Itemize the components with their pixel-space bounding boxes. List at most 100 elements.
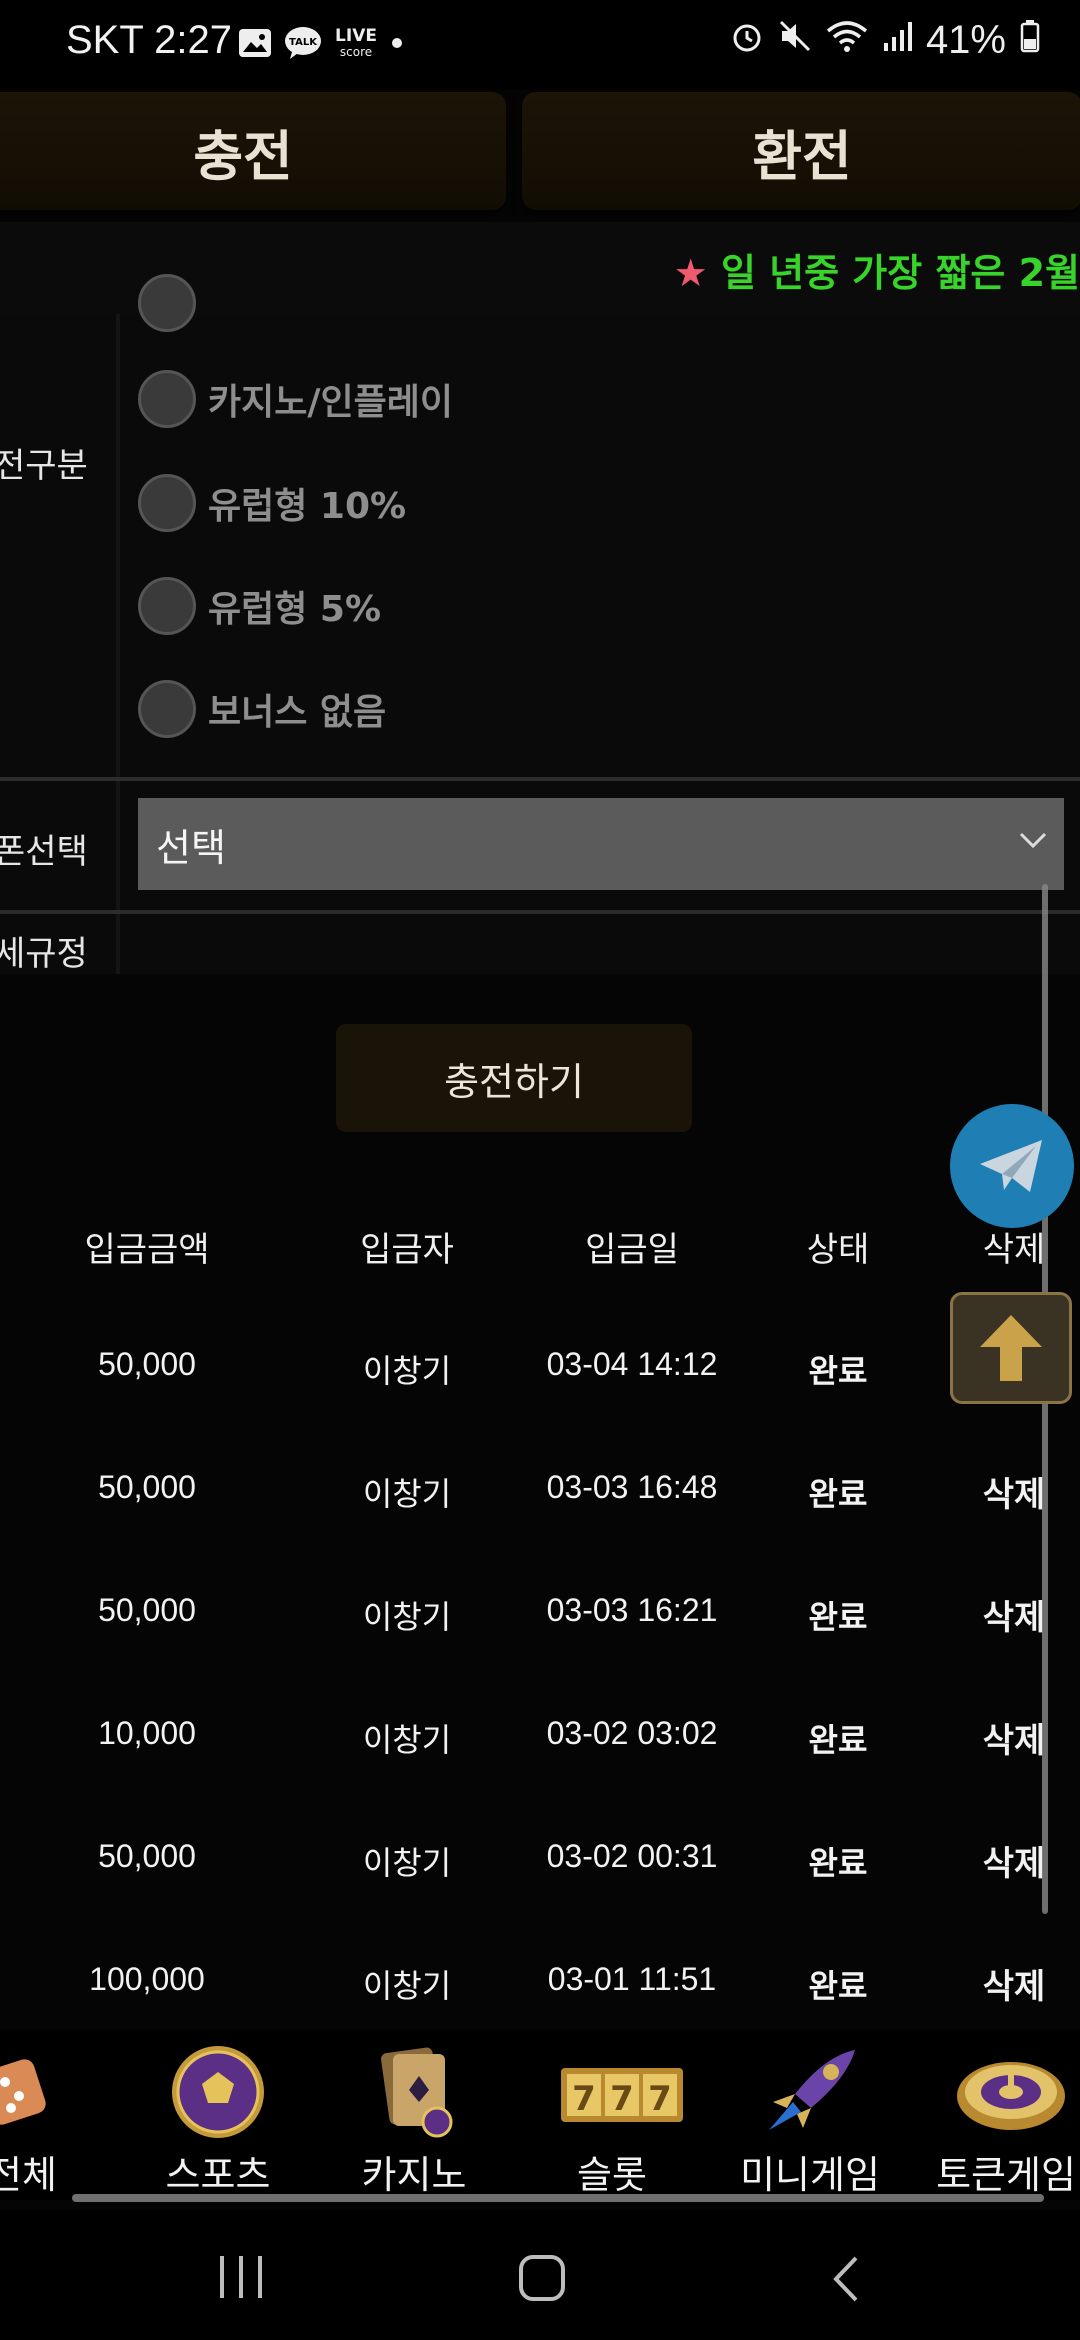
cell-amount: 50,000	[98, 1838, 196, 1874]
cards-icon	[359, 2042, 469, 2142]
tab-charge[interactable]: 충전	[0, 92, 506, 210]
talk-icon: TALK	[284, 26, 322, 60]
radio-label: 보너스 없음	[208, 692, 387, 733]
charge-submit-button[interactable]: 충전하기	[336, 1024, 692, 1132]
form-divider	[116, 314, 120, 974]
cell-depositor: 이창기	[362, 1845, 452, 1881]
chevron-down-icon	[1018, 820, 1048, 869]
category-minigame[interactable]: 미니게임	[730, 2030, 890, 2199]
charge-form: 전구분 카지노/인플레이 유럽형 10% 유럽형 5% 보너스 없음 폰선택 선…	[0, 274, 1080, 974]
home-button[interactable]	[518, 2254, 566, 2306]
arrow-up-icon	[980, 1315, 1042, 1381]
category-sports[interactable]: 스포츠	[138, 2030, 298, 2199]
recent-apps-button[interactable]	[216, 2254, 266, 2304]
cell-amount: 50,000	[98, 1346, 196, 1382]
radio-button[interactable]	[138, 474, 196, 532]
radio-button[interactable]	[138, 680, 196, 738]
radio-button[interactable]	[138, 577, 196, 635]
category-nav-scrollbar[interactable]	[72, 2194, 1044, 2202]
cell-status: 완료	[808, 1722, 868, 1758]
column-header-amount: 입금금액	[84, 1230, 210, 1270]
cell-status: 완료	[808, 1476, 868, 1512]
cell-status: 완료	[808, 1968, 868, 2004]
telegram-icon	[980, 1140, 1042, 1192]
cell-amount: 100,000	[89, 1961, 205, 1997]
column-header-date: 입금일	[585, 1230, 679, 1270]
dice-icon	[0, 2042, 77, 2142]
delete-button[interactable]: 삭제	[983, 1959, 1046, 2008]
radio-option-hidden[interactable]	[138, 274, 196, 332]
recent-apps-icon	[220, 2256, 262, 2298]
cell-date: 03-01 11:51	[547, 1961, 717, 1997]
wifi-icon	[826, 18, 868, 63]
home-icon	[519, 2255, 565, 2301]
cell-status: 완료	[808, 1599, 868, 1635]
svg-text:score: score	[340, 45, 372, 59]
cell-status: 완료	[808, 1845, 868, 1881]
cell-date: 03-03 16:21	[546, 1592, 718, 1628]
telegram-button[interactable]	[950, 1104, 1074, 1228]
radio-option-euro-10[interactable]: 유럽형 10%	[138, 474, 406, 532]
rocket-icon	[755, 2042, 865, 2142]
back-button[interactable]	[828, 2254, 864, 2308]
cell-depositor: 이창기	[362, 1476, 452, 1512]
rules-label: 세규정	[0, 934, 88, 974]
category-label: 전체	[0, 2153, 57, 2197]
star-icon: ★	[673, 251, 708, 295]
coupon-select-label: 폰선택	[0, 832, 88, 872]
category-label: 스포츠	[165, 2153, 271, 2197]
category-all[interactable]: 전체	[0, 2030, 102, 2199]
battery-percent: 41%	[925, 18, 1006, 62]
radio-label: 유럽형 5%	[208, 589, 382, 630]
delete-button[interactable]: 삭제	[983, 1836, 1046, 1885]
cell-amount: 10,000	[98, 1715, 196, 1751]
svg-text:LIVE: LIVE	[335, 26, 377, 46]
delete-button[interactable]: 삭제	[983, 1713, 1046, 1762]
radio-option-no-bonus[interactable]: 보너스 없음	[138, 680, 386, 738]
notice-ticker: ★ 일 년중 가장 짧은 2월	[674, 242, 1080, 297]
coupon-select[interactable]: 선택	[138, 798, 1064, 890]
status-bar: SKT 2:27 TALK LIVE score 41%	[0, 0, 1080, 90]
radio-label: 카지노/인플레이	[208, 382, 453, 423]
tab-exchange[interactable]: 환전	[522, 92, 1080, 210]
category-slots[interactable]: 777 슬롯	[532, 2030, 692, 2199]
back-icon	[833, 2256, 858, 2302]
deposit-type-label: 전구분	[0, 446, 88, 486]
svg-text:TALK: TALK	[289, 37, 318, 48]
coupon-select-value: 선택	[156, 825, 226, 870]
battery-icon	[1020, 18, 1040, 63]
radio-button[interactable]	[138, 370, 196, 428]
cell-amount: 50,000	[98, 1592, 196, 1628]
svg-text:7: 7	[610, 2079, 634, 2119]
column-header-delete: 삭제	[982, 1230, 1046, 1270]
cell-amount: 50,000	[98, 1469, 196, 1505]
radio-label: 유럽형 10%	[208, 486, 407, 527]
scroll-to-top-button[interactable]	[950, 1292, 1072, 1404]
livescore-icon: LIVE score	[334, 24, 378, 62]
cell-date: 03-03 16:48	[546, 1469, 718, 1505]
signal-icon	[882, 18, 912, 63]
svg-text:7: 7	[572, 2079, 596, 2119]
alarm-icon	[730, 18, 764, 63]
category-casino[interactable]: 카지노	[334, 2030, 494, 2199]
cell-date: 03-02 03:02	[546, 1715, 718, 1751]
soccer-ball-icon	[163, 2042, 273, 2142]
delete-button[interactable]: 삭제	[983, 1590, 1046, 1639]
delete-button[interactable]: 삭제	[983, 1467, 1046, 1516]
cell-depositor: 이창기	[362, 1599, 452, 1635]
system-nav-bar	[0, 2210, 1080, 2340]
slot-777-icon: 777	[557, 2042, 683, 2142]
form-separator	[0, 910, 1080, 914]
column-header-depositor: 입금자	[360, 1230, 454, 1270]
category-token-game[interactable]: 토큰게임	[926, 2030, 1080, 2199]
cell-depositor: 이창기	[362, 1722, 452, 1758]
radio-option-casino-inplay[interactable]: 카지노/인플레이	[138, 370, 453, 428]
svg-text:7: 7	[648, 2079, 672, 2119]
radio-option-euro-5[interactable]: 유럽형 5%	[138, 577, 381, 635]
cell-depositor: 이창기	[362, 1968, 452, 2004]
status-time: SKT 2:27	[66, 18, 233, 62]
category-label: 카지노	[361, 2153, 467, 2197]
cell-depositor: 이창기	[362, 1353, 452, 1389]
category-label: 미니게임	[740, 2153, 880, 2197]
gallery-icon	[238, 28, 272, 58]
